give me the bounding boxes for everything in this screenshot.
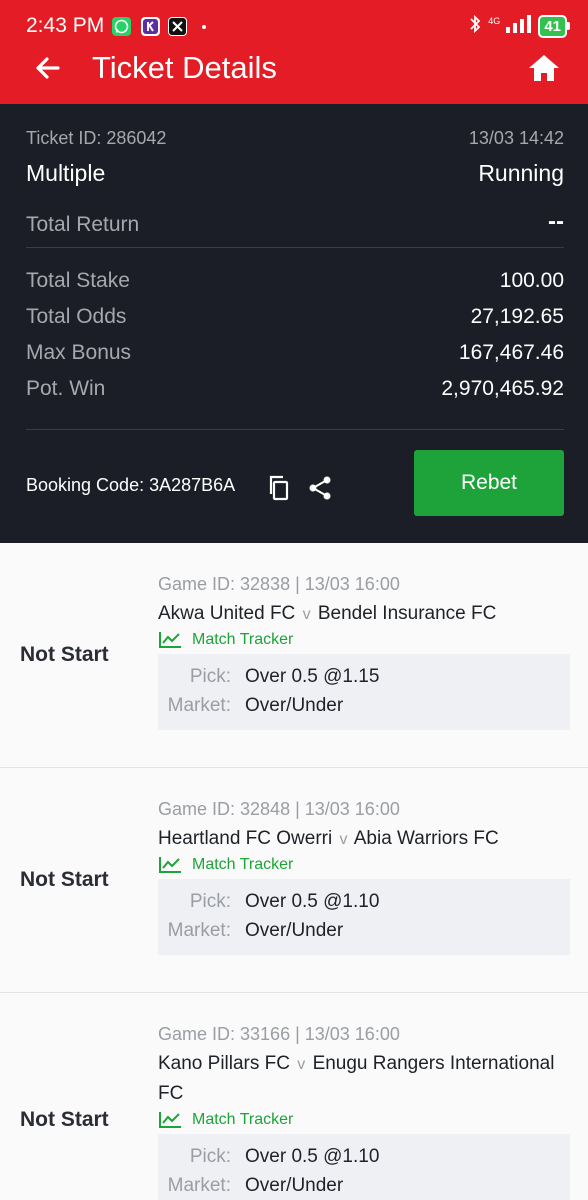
home-icon xyxy=(529,55,559,81)
market-value: Over/Under xyxy=(245,695,344,716)
pick-box: Pick: Over 0.5 @1.15 Market: Over/Under xyxy=(158,654,570,730)
chart-line-icon xyxy=(159,857,181,873)
match-teams: Heartland FC Owerri v Abia Warriors FC xyxy=(158,824,568,854)
pick-label: Pick: xyxy=(189,891,231,912)
pick-box: Pick: Over 0.5 @1.10 Market: Over/Under xyxy=(158,1134,570,1200)
ticket-type: Multiple xyxy=(26,160,106,186)
match-status: Not Start xyxy=(20,868,109,891)
x-icon xyxy=(168,17,187,36)
match-tracker-link[interactable]: Match Tracker xyxy=(158,629,293,651)
share-icon xyxy=(309,476,331,500)
whatsapp-icon xyxy=(112,17,131,36)
pick-value: Over 0.5 @1.10 xyxy=(245,891,380,912)
pot-win-value: 2,970,465.92 xyxy=(441,377,564,400)
pick-value: Over 0.5 @1.10 xyxy=(245,1146,380,1167)
chart-line-icon xyxy=(159,632,181,648)
home-team: Kano Pillars FC xyxy=(158,1053,290,1074)
total-odds-label: Total Odds xyxy=(26,305,127,328)
market-value: Over/Under xyxy=(245,1175,344,1196)
match-tracker-link[interactable]: Match Tracker xyxy=(158,1109,293,1131)
match-status: Not Start xyxy=(20,643,109,666)
battery-level: 41 xyxy=(538,14,567,38)
away-team: Bendel Insurance FC xyxy=(317,603,497,624)
divider xyxy=(26,247,564,248)
bluetooth-icon xyxy=(468,14,482,39)
game-id: Game ID: 32848 | 13/03 16:00 xyxy=(158,799,400,819)
match-row: Not Start Game ID: 32848 | 13/03 16:00 H… xyxy=(0,768,588,993)
k-app-icon xyxy=(141,17,160,36)
match-tracker-label: Match Tracker xyxy=(192,1111,294,1128)
ticket-status: Running xyxy=(478,160,564,186)
network-type: 4G xyxy=(488,15,501,26)
signal-icon xyxy=(506,14,532,39)
home-team: Heartland FC Owerri xyxy=(158,828,333,849)
game-id: Game ID: 32838 | 13/03 16:00 xyxy=(158,574,400,594)
page-title: Ticket Details xyxy=(92,50,277,85)
versus-label: v xyxy=(302,606,311,623)
game-id: Game ID: 33166 | 13/03 16:00 xyxy=(158,1024,400,1044)
divider xyxy=(26,429,564,430)
total-return-label: Total Return xyxy=(26,213,140,236)
arrow-left-icon xyxy=(36,57,60,79)
match-tracker-label: Match Tracker xyxy=(192,631,294,648)
booking-code[interactable]: Booking Code: 3A287B6A xyxy=(26,475,235,496)
ticket-summary: Ticket ID: 286042 13/03 14:42 Multiple R… xyxy=(0,104,588,543)
max-bonus-value: 167,467.46 xyxy=(458,341,564,364)
market-label: Market: xyxy=(167,1175,231,1196)
share-button[interactable] xyxy=(306,474,334,502)
market-value: Over/Under xyxy=(245,920,344,941)
pot-win-label: Pot. Win xyxy=(26,377,106,400)
rebet-button[interactable]: Rebet xyxy=(414,450,564,516)
home-team: Akwa United FC xyxy=(158,603,296,624)
total-return-value: -- xyxy=(548,208,564,235)
status-time: 2:43 PM xyxy=(26,14,105,37)
battery-icon: 41 xyxy=(538,14,570,38)
total-stake-value: 100.00 xyxy=(499,269,564,292)
versus-label: v xyxy=(339,831,348,848)
versus-label: v xyxy=(297,1056,306,1073)
match-teams: Kano Pillars FC v Enugu Rangers Internat… xyxy=(158,1049,568,1108)
max-bonus-label: Max Bonus xyxy=(26,341,132,364)
back-button[interactable] xyxy=(30,50,66,86)
market-label: Market: xyxy=(167,920,231,941)
pick-box: Pick: Over 0.5 @1.10 Market: Over/Under xyxy=(158,879,570,955)
copy-button[interactable] xyxy=(266,474,292,502)
match-tracker-link[interactable]: Match Tracker xyxy=(158,854,293,876)
pick-value: Over 0.5 @1.15 xyxy=(245,666,380,687)
match-status: Not Start xyxy=(20,1108,109,1131)
total-odds-value: 27,192.65 xyxy=(470,305,564,328)
total-stake-label: Total Stake xyxy=(26,269,130,292)
match-teams: Akwa United FC v Bendel Insurance FC xyxy=(158,599,568,629)
match-row: Not Start Game ID: 32838 | 13/03 16:00 A… xyxy=(0,543,588,768)
match-row: Not Start Game ID: 33166 | 13/03 16:00 K… xyxy=(0,993,588,1200)
pick-label: Pick: xyxy=(189,1146,231,1167)
more-notifications-dot xyxy=(202,25,206,29)
chart-line-icon xyxy=(159,1112,181,1128)
copy-icon xyxy=(269,475,289,501)
app-header: 2:43 PM 4G 41 Ticket Details xyxy=(0,0,588,104)
ticket-datetime: 13/03 14:42 xyxy=(468,128,564,148)
match-tracker-label: Match Tracker xyxy=(192,856,294,873)
ticket-id: Ticket ID: 286042 xyxy=(26,128,167,148)
market-label: Market: xyxy=(167,695,231,716)
pick-label: Pick: xyxy=(189,666,231,687)
away-team: Abia Warriors FC xyxy=(353,828,499,849)
status-indicators: 4G 41 xyxy=(468,13,570,39)
home-button[interactable] xyxy=(526,50,562,86)
